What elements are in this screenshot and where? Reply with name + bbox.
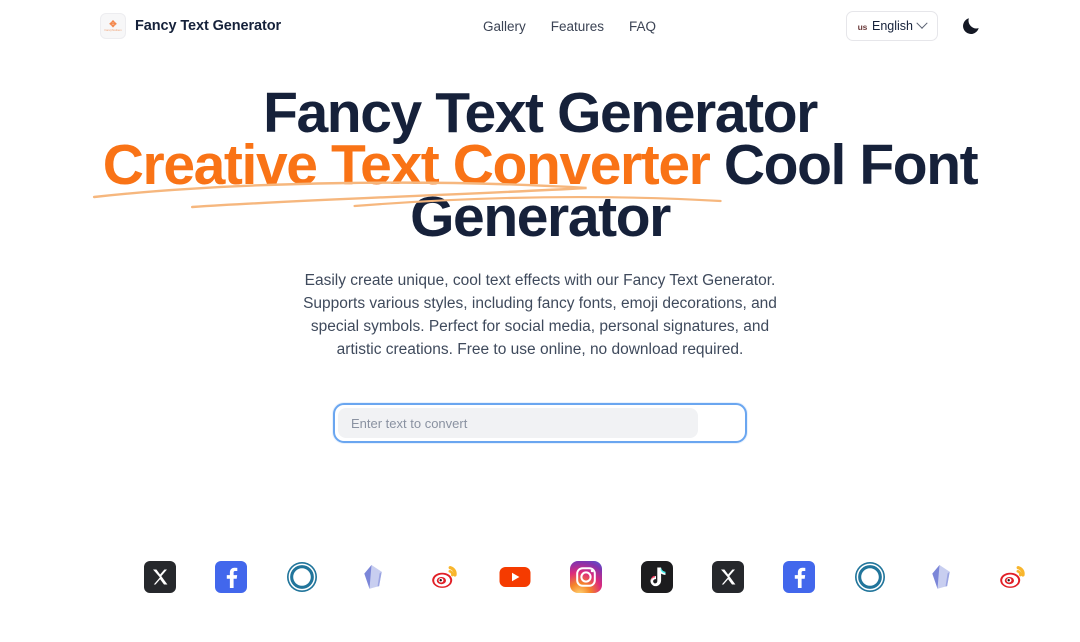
moon-icon [963,18,979,34]
hero-section: Fancy Text Generator Creative Text Conve… [0,53,1080,443]
nav-item-faq[interactable]: FAQ [629,19,656,34]
youtube-icon [499,567,530,587]
marquee-item-gem[interactable] [905,561,976,593]
dark-mode-toggle[interactable] [960,15,982,37]
marquee-item-instagram[interactable] [550,561,621,593]
language-selector[interactable]: us English [845,11,938,41]
marquee-item-youtube[interactable] [479,561,550,593]
brand-logo-link[interactable]: ✥ FancyTextGen Fancy Text Generator [100,13,281,39]
marquee-item-wordpress[interactable] [834,561,905,593]
marquee-item-gem[interactable] [337,561,408,593]
text-convert-input[interactable] [338,408,698,438]
title-highlight-text: Creative Text Converter [102,133,711,197]
facebook-icon [214,561,247,593]
brand-name: Fancy Text Generator [135,18,282,34]
marquee-item-tiktok[interactable] [621,561,692,593]
gem-icon [931,565,950,589]
social-platform-marquee [0,549,1080,605]
wordpress-icon [854,562,885,592]
text-convert-field-wrapper[interactable] [333,403,747,443]
gem-icon [363,565,382,589]
marquee-item-facebook[interactable] [763,561,834,593]
nav-item-gallery[interactable]: Gallery [483,19,526,34]
x-twitter-icon [143,561,176,593]
marquee-item-x-twitter[interactable] [692,561,763,593]
marquee-item-weibo[interactable] [408,561,479,593]
tiktok-icon [640,561,673,593]
chevron-down-icon [916,17,928,29]
facebook-icon [782,561,815,593]
title-highlight: Creative Text Converter [92,137,722,209]
marquee-item-wordpress[interactable] [266,561,337,593]
instagram-icon [569,561,602,593]
logo-subtext: FancyTextGen [104,27,122,32]
x-twitter-icon [711,561,744,593]
page-title: Fancy Text Generator Creative Text Conve… [80,53,1000,246]
weibo-icon [999,566,1025,588]
marquee-track [0,549,1080,605]
weibo-icon [431,566,457,588]
header-actions: us English [845,11,1080,41]
logo-glyph: ✥ [109,18,117,29]
app-logo-icon: ✥ FancyTextGen [100,13,126,39]
hero-subtitle: Easily create unique, cool text effects … [303,272,777,358]
nav-item-features[interactable]: Features [551,19,604,34]
marquee-item-weibo[interactable] [976,561,1047,593]
us-flag-icon: us [857,22,868,32]
site-header: ✥ FancyTextGen Fancy Text Generator Gall… [0,0,1080,53]
main-navigation: Gallery Features FAQ [483,19,656,34]
wordpress-icon [286,562,317,592]
marquee-item-facebook[interactable] [195,561,266,593]
marquee-item-x-twitter[interactable] [124,561,195,593]
language-label: English [872,19,913,33]
